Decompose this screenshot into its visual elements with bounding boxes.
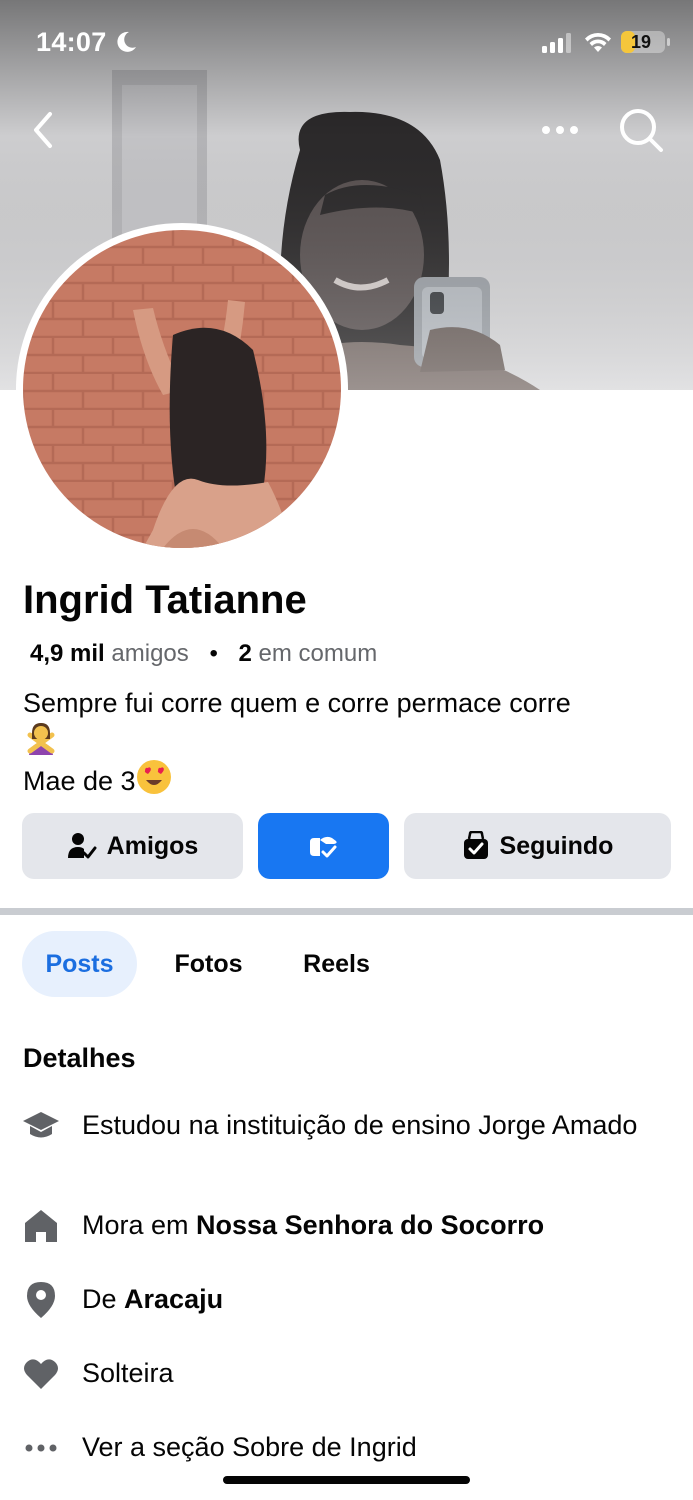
following-button-label: Seguindo xyxy=(499,831,614,860)
mutual-label: em comum xyxy=(258,640,378,667)
detail-lives-in: Mora em Nossa Senhora do Socorro xyxy=(82,1208,662,1243)
status-time: 14:07 xyxy=(36,27,107,57)
more-horizontal-icon xyxy=(542,126,578,134)
home-icon xyxy=(22,1207,60,1245)
battery-tip xyxy=(667,38,670,46)
tab-fotos[interactable]: Fotos xyxy=(156,931,261,997)
mutual-count: 2 xyxy=(238,640,252,667)
status-bar: 14:07 19 xyxy=(0,0,693,86)
detail-lives-in-place[interactable]: Nossa Senhora do Socorro xyxy=(196,1210,544,1240)
profile-picture[interactable] xyxy=(16,223,348,555)
profile-bio: Sempre fui corre quem e corre permace co… xyxy=(23,686,673,799)
section-divider xyxy=(0,908,693,915)
heart-icon xyxy=(22,1355,60,1393)
friends-button-label: Amigos xyxy=(106,831,199,860)
bio-line-1: Sempre fui corre quem e corre permace co… xyxy=(23,688,571,718)
location-pin-icon xyxy=(22,1281,60,1319)
moon-icon xyxy=(117,31,136,52)
detail-lives-in-prefix: Mora em xyxy=(82,1210,197,1240)
detail-education: Estudou na instituição de ensino Jorge A… xyxy=(82,1110,638,1140)
home-indicator[interactable] xyxy=(223,1476,470,1484)
friends-stats[interactable]: 4,9 mil amigos • 2 em comum xyxy=(30,640,377,668)
graduation-cap-icon xyxy=(22,1108,60,1146)
cellular-signal-icon xyxy=(542,33,571,53)
more-horizontal-icon xyxy=(22,1429,60,1467)
friends-label: amigos xyxy=(111,640,189,667)
wifi-icon xyxy=(585,32,611,52)
battery-percent: 19 xyxy=(630,32,652,52)
bio-line-1-emoji-row xyxy=(23,721,673,759)
detail-relationship: Solteira xyxy=(82,1358,174,1388)
stats-separator: • xyxy=(209,640,218,667)
details-heading: Detalhes xyxy=(23,1043,136,1073)
woman-gesturing-no-emoji xyxy=(27,723,55,755)
detail-from-place[interactable]: Aracaju xyxy=(124,1284,223,1314)
tab-reels[interactable]: Reels xyxy=(284,931,389,997)
see-about-label[interactable]: Ver a seção Sobre de Ingrid xyxy=(82,1430,662,1465)
search-icon xyxy=(620,109,663,152)
back-button[interactable] xyxy=(26,108,66,152)
messenger-icon xyxy=(309,836,337,858)
friends-button[interactable]: Amigos xyxy=(22,813,243,879)
profile-photo xyxy=(23,230,341,548)
more-options-button[interactable] xyxy=(540,112,580,148)
tab-posts[interactable]: Posts xyxy=(22,931,137,997)
following-icon xyxy=(463,831,488,859)
following-button[interactable]: Seguindo xyxy=(404,813,671,879)
bio-line-2-row: Mae de 3 xyxy=(23,759,673,799)
detail-from-prefix: De xyxy=(82,1284,125,1314)
bio-line-2: Mae de 3 xyxy=(23,766,136,796)
friends-count: 4,9 mil xyxy=(30,640,105,667)
battery-indicator: 19 xyxy=(621,31,665,53)
friend-check-icon xyxy=(67,833,97,859)
chevron-left-icon xyxy=(34,112,52,148)
heart-eyes-emoji xyxy=(136,760,171,794)
search-button[interactable] xyxy=(617,106,665,154)
message-button[interactable] xyxy=(258,813,389,879)
detail-from: De Aracaju xyxy=(82,1282,662,1317)
profile-name: Ingrid Tatianne xyxy=(23,578,307,622)
